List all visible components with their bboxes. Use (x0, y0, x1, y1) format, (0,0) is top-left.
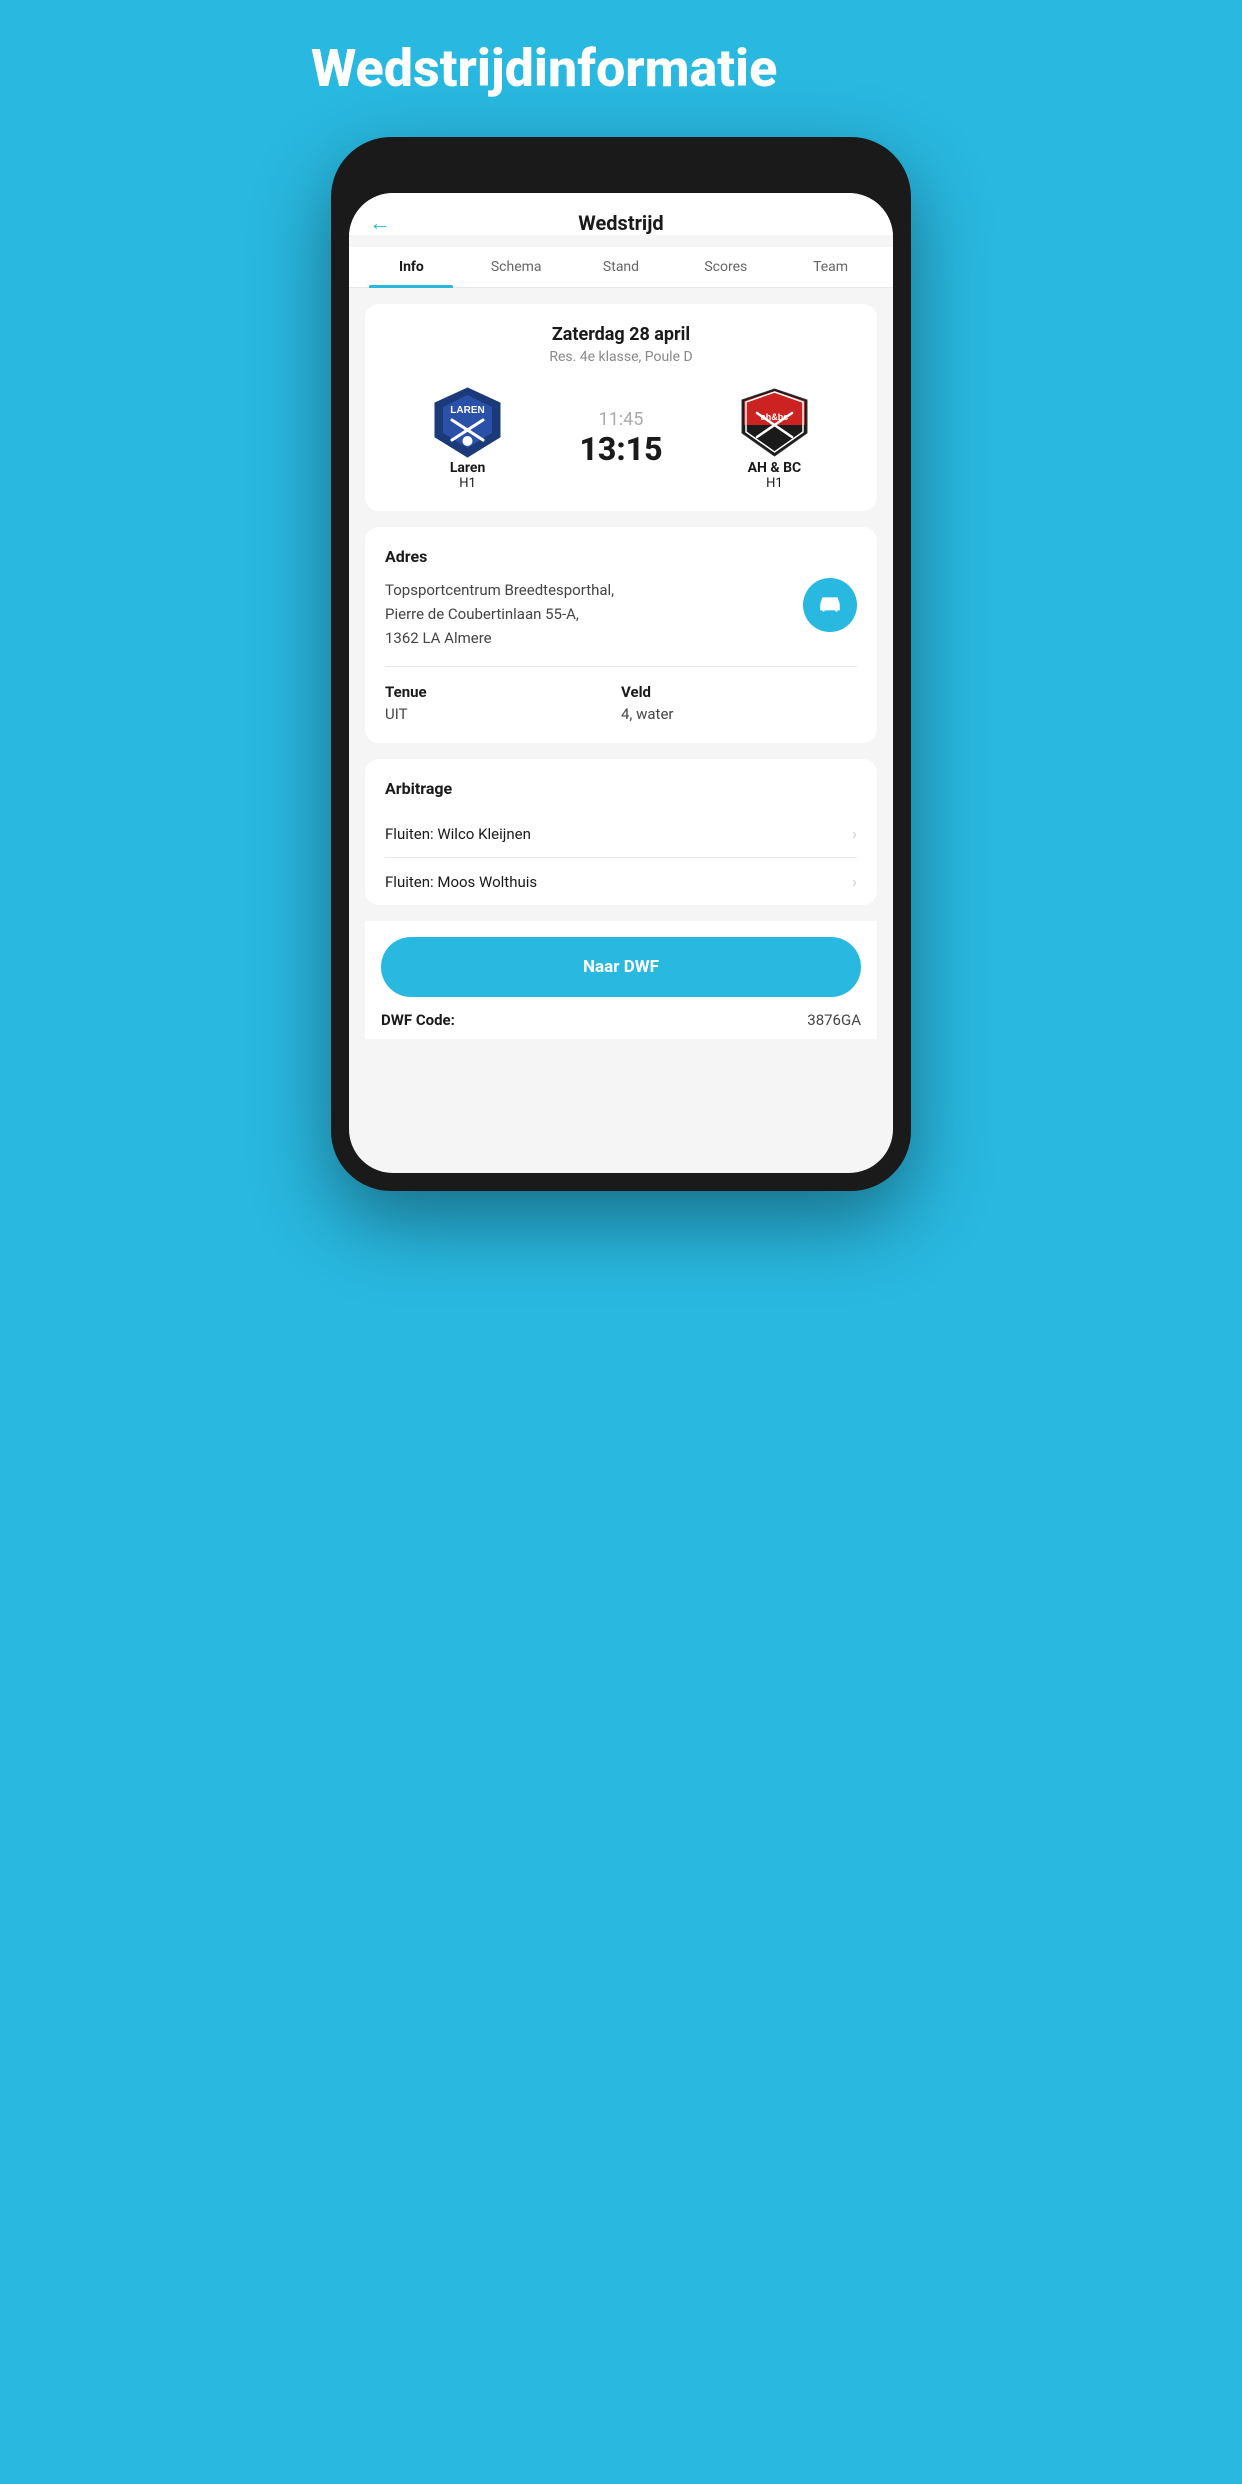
screen-title: Wedstrijd (578, 211, 663, 235)
app-header: ← Wedstrijd (349, 193, 893, 235)
arbitrage-label: Arbitrage (385, 779, 857, 798)
match-card: Zaterdag 28 april Res. 4e klasse, Poule … (365, 304, 877, 511)
away-team-name: AH & BC (748, 460, 802, 476)
chevron-icon-2: › (852, 872, 857, 891)
match-time: 11:45 (599, 409, 644, 430)
address-row: Topsportcentrum Breedtesporthal, Pierre … (385, 578, 857, 650)
car-icon (817, 592, 843, 618)
arbitrage-name-2: Fluiten: Moos Wolthuis (385, 873, 537, 891)
phone-shell: ← Wedstrijd Info Schema Stand Scores Tea… (331, 137, 911, 1191)
main-content: Zaterdag 28 april Res. 4e klasse, Poule … (349, 288, 893, 1055)
match-league: Res. 4e klasse, Poule D (385, 349, 857, 365)
arbitrage-section: Arbitrage Fluiten: Wilco Kleijnen › Flui… (365, 759, 877, 905)
dwf-section: Naar DWF DWF Code: 3876GA (365, 921, 877, 1039)
details-grid: Tenue UIT Veld 4, water (385, 666, 857, 723)
laren-logo: LAREN (430, 385, 505, 460)
away-team-sub: H1 (766, 476, 783, 491)
tab-schema[interactable]: Schema (464, 247, 569, 287)
tab-team[interactable]: Team (778, 247, 883, 287)
ahbc-logo: ah&bc (737, 385, 812, 460)
dwf-button[interactable]: Naar DWF (381, 937, 861, 997)
address-text: Topsportcentrum Breedtesporthal, Pierre … (385, 578, 791, 650)
veld-value: 4, water (621, 705, 857, 723)
address-label: Adres (385, 547, 857, 566)
map-button[interactable] (803, 578, 857, 632)
away-team-block: ah&bc AH & BC H1 (692, 385, 857, 491)
home-team-name: Laren (450, 460, 485, 476)
tenue-item: Tenue UIT (385, 683, 621, 723)
match-score: 13:15 (579, 430, 662, 468)
tab-scores[interactable]: Scores (673, 247, 778, 287)
veld-label: Veld (621, 683, 857, 701)
tenue-value: UIT (385, 705, 621, 723)
tab-stand[interactable]: Stand (569, 247, 674, 287)
home-team-sub: H1 (459, 476, 476, 491)
match-teams: LAREN Laren H1 11:45 13:15 (385, 385, 857, 491)
arbitrage-name-1: Fluiten: Wilco Kleijnen (385, 825, 531, 843)
arbitrage-item-2[interactable]: Fluiten: Moos Wolthuis › (385, 858, 857, 905)
arbitrage-item-1[interactable]: Fluiten: Wilco Kleijnen › (385, 810, 857, 858)
phone-notch-area (349, 155, 893, 183)
tab-bar: Info Schema Stand Scores Team (349, 247, 893, 288)
dwf-code-value: 3876GA (807, 1011, 861, 1029)
back-button[interactable]: ← (369, 210, 391, 236)
veld-item: Veld 4, water (621, 683, 857, 723)
chevron-icon-1: › (852, 824, 857, 843)
dwf-code-label: DWF Code: (381, 1011, 455, 1029)
dwf-code-row: DWF Code: 3876GA (381, 997, 861, 1039)
svg-text:LAREN: LAREN (450, 405, 484, 416)
address-section: Adres Topsportcentrum Breedtesporthal, P… (365, 527, 877, 743)
page-title: Wedstrijdinformatie (311, 40, 931, 97)
tab-info[interactable]: Info (359, 247, 464, 287)
score-block: 11:45 13:15 (579, 409, 662, 468)
tenue-label: Tenue (385, 683, 621, 701)
match-date: Zaterdag 28 april (385, 324, 857, 345)
phone-notch (561, 155, 681, 183)
phone-screen: ← Wedstrijd Info Schema Stand Scores Tea… (349, 193, 893, 1173)
home-team-block: LAREN Laren H1 (385, 385, 550, 491)
